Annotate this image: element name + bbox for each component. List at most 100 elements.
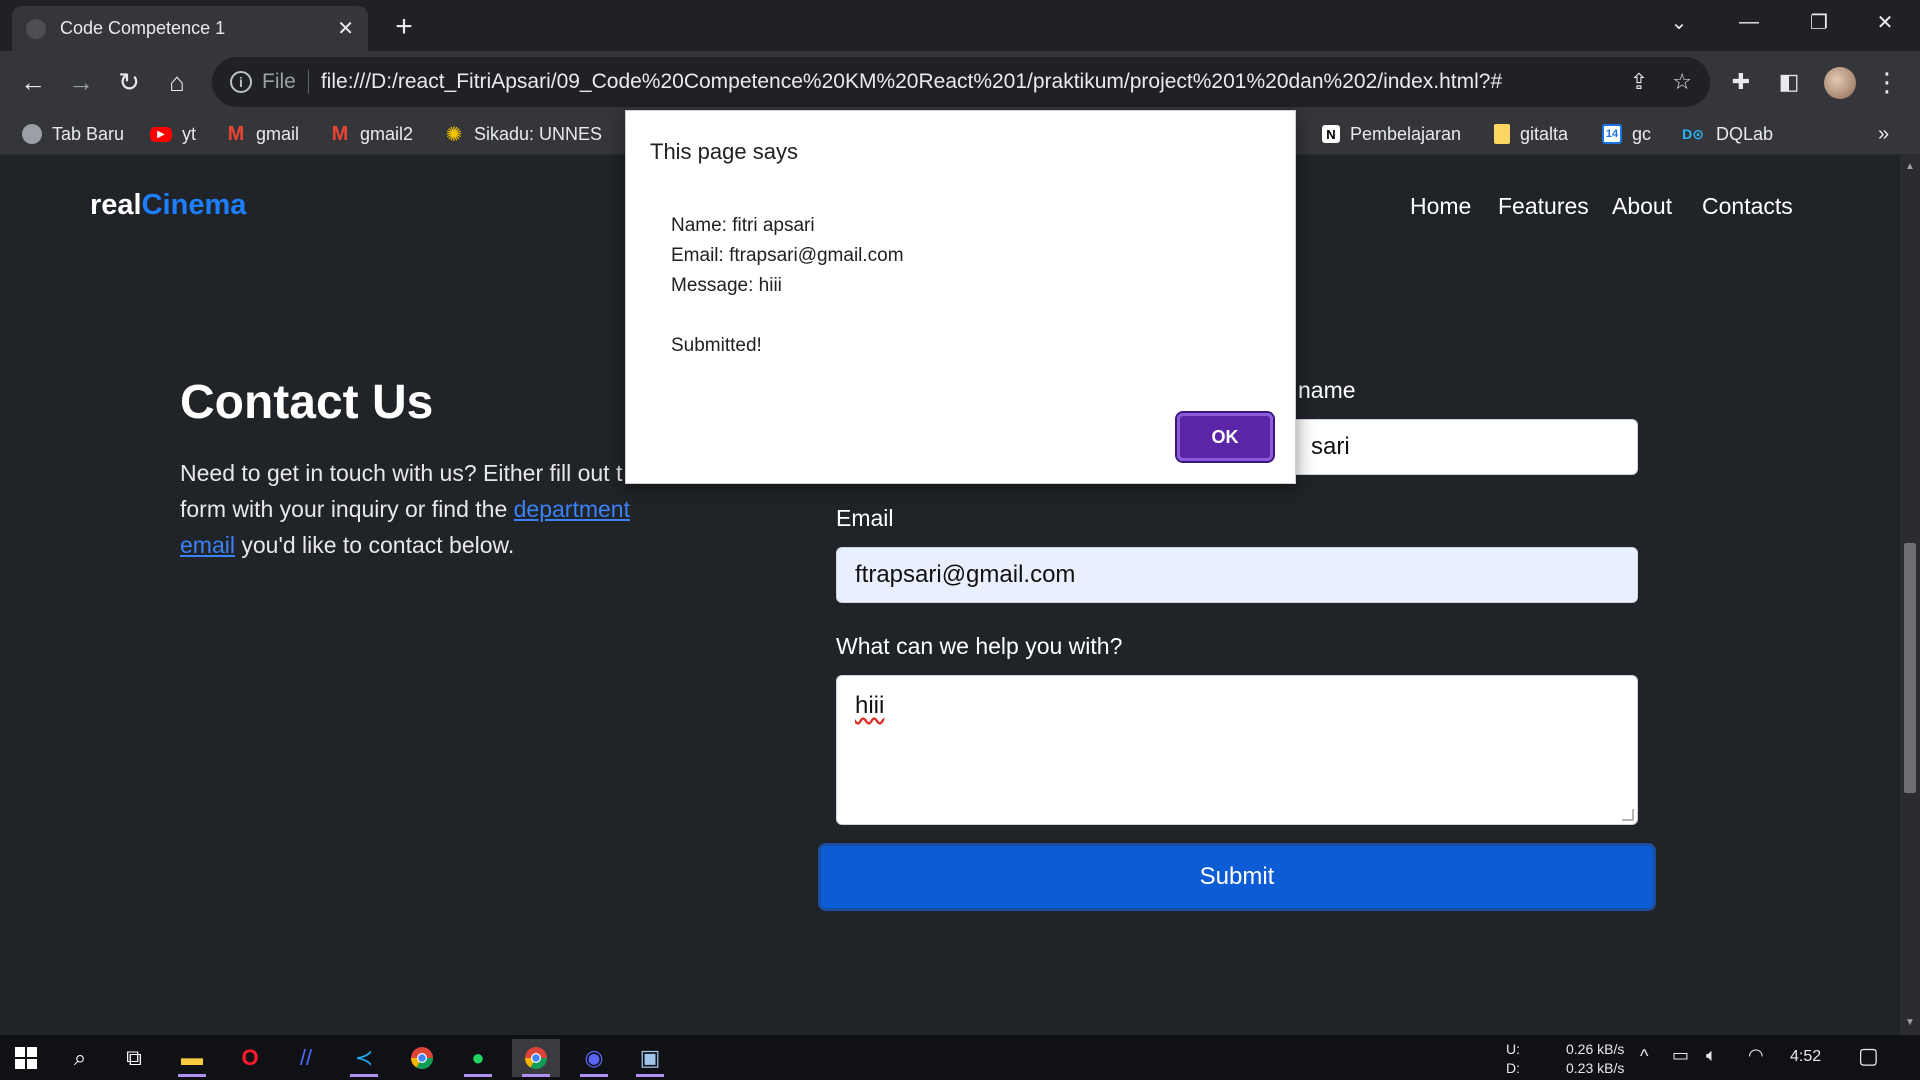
message-textarea[interactable]: hiii — [836, 675, 1638, 825]
chrome-active-icon[interactable] — [512, 1039, 560, 1077]
profile-avatar[interactable] — [1824, 67, 1856, 99]
contact-desc-line3: you'd like to contact below. — [234, 532, 515, 558]
bookmark-gitalta[interactable]: gitalta — [1494, 121, 1568, 147]
file-explorer-icon[interactable]: ▬ — [168, 1039, 216, 1077]
bookmark-label: gitalta — [1520, 123, 1569, 144]
scroll-up-icon[interactable]: ▲ — [1904, 161, 1916, 172]
bookmark-tab-baru[interactable]: Tab Baru — [22, 121, 124, 147]
email-label: Email — [836, 505, 894, 531]
more-bookmarks-chevron-icon[interactable]: » — [1878, 121, 1889, 147]
contact-title: Contact Us — [180, 376, 434, 429]
discord-icon[interactable]: ◉ — [570, 1039, 618, 1077]
dialog-line-status: Submitted! — [671, 335, 762, 356]
bookmark-label: yt — [182, 123, 197, 144]
clock[interactable]: 4:52 — [1790, 1048, 1821, 1066]
email-input[interactable]: ftrapsari@gmail.com — [836, 547, 1638, 603]
dialog-line-email: Email: ftrapsari@gmail.com — [671, 245, 904, 266]
reload-icon[interactable]: ↻ — [110, 63, 148, 101]
photos-app-icon[interactable]: ▣ — [626, 1039, 674, 1077]
page-scrollbar[interactable]: ▲ ▼ — [1900, 155, 1920, 1035]
new-tab-button[interactable]: + — [386, 10, 422, 46]
side-panel-icon[interactable]: ◧ — [1770, 63, 1808, 101]
nav-home[interactable]: Home — [1410, 193, 1471, 220]
bookmark-gmail[interactable]: M gmail — [226, 121, 299, 147]
extensions-icon[interactable]: ✚ — [1722, 63, 1760, 101]
bookmark-label: gmail — [256, 123, 300, 144]
bookmark-label: Pembelajaran — [1350, 123, 1462, 144]
close-tab-icon[interactable]: ✕ — [337, 16, 354, 41]
email-link[interactable]: email — [180, 532, 235, 558]
submit-button[interactable]: Submit — [818, 843, 1656, 911]
restore-button[interactable]: ❐ — [1784, 0, 1854, 44]
back-icon[interactable]: ← — [14, 63, 52, 101]
minimize-button[interactable]: — — [1714, 0, 1784, 44]
nav-contacts[interactable]: Contacts — [1702, 193, 1793, 220]
taskbar: ⌕ ⧉ ▬ O // ≺ ● ◉ ▣ U: D: 0.26 kB/s 0.23 … — [0, 1035, 1920, 1080]
bookmark-label: DQLab — [1716, 123, 1774, 144]
volume-icon[interactable]: 🔈︎ — [1706, 1045, 1717, 1066]
dialog-line-message: Message: hiii — [671, 275, 782, 296]
bookmark-yt[interactable]: ▶ yt — [150, 121, 196, 147]
unnes-icon: ✺ — [445, 123, 463, 146]
tab-search-icon[interactable]: ⌄ — [1644, 0, 1714, 44]
spotify-icon[interactable]: ● — [454, 1039, 502, 1077]
chrome-icon[interactable] — [398, 1039, 446, 1077]
wifi-icon[interactable]: ◠ — [1748, 1045, 1764, 1066]
upload-label: U: — [1506, 1041, 1520, 1057]
bookmark-gmail2[interactable]: M gmail2 — [330, 121, 413, 147]
address-bar[interactable]: i File file:///D:/react_FitriApsari/09_C… — [212, 57, 1710, 107]
vscode-icon[interactable]: ≺ — [340, 1039, 388, 1077]
nav-about[interactable]: About — [1612, 193, 1672, 220]
menu-kebab-icon[interactable]: ⋮ — [1868, 63, 1906, 101]
home-icon[interactable]: ⌂ — [158, 63, 196, 101]
opera-icon[interactable]: O — [226, 1039, 274, 1077]
bookmark-gc[interactable]: 14 gc — [1602, 121, 1651, 147]
notifications-icon[interactable]: ▢ — [1858, 1043, 1879, 1069]
upload-speed: 0.26 kB/s — [1566, 1041, 1625, 1057]
bookmark-sikadu[interactable]: ✺ Sikadu: UNNES — [444, 121, 602, 147]
folder-icon — [1494, 124, 1510, 144]
task-view-icon[interactable]: ⧉ — [110, 1039, 158, 1077]
brand-logo[interactable]: realCinema — [90, 189, 246, 222]
notes-app-icon[interactable]: // — [282, 1039, 330, 1077]
start-windows-icon[interactable] — [2, 1039, 50, 1077]
tray-chevron-icon[interactable]: ^ — [1640, 1046, 1648, 1067]
contact-description: Need to get in touch with us? Either fil… — [180, 455, 640, 563]
site-info-icon[interactable]: i — [230, 71, 252, 93]
browser-tab[interactable]: Code Competence 1 ✕ — [12, 6, 368, 51]
name-value: sari — [1311, 433, 1350, 460]
forward-icon[interactable]: → — [62, 63, 100, 101]
browser-titlebar: Code Competence 1 ✕ + ⌄ — ❐ ✕ — [0, 0, 1920, 51]
youtube-icon: ▶ — [150, 126, 172, 142]
battery-icon[interactable]: ▭ — [1672, 1045, 1689, 1066]
search-icon[interactable]: ⌕ — [56, 1039, 104, 1077]
globe-icon — [22, 124, 42, 144]
alert-dialog: This page says Name: fitri apsari Email:… — [625, 110, 1296, 484]
bookmark-dqlab[interactable]: D⊙ DQLab — [1680, 121, 1773, 147]
gmail-icon: M — [227, 122, 245, 145]
scroll-thumb[interactable] — [1904, 543, 1916, 793]
ok-button[interactable]: OK — [1175, 411, 1275, 463]
close-window-button[interactable]: ✕ — [1850, 0, 1920, 44]
dqlab-icon: D⊙ — [1682, 125, 1704, 142]
resize-grip-icon[interactable] — [1622, 809, 1634, 821]
message-label: What can we help you with? — [836, 633, 1123, 659]
nav-features[interactable]: Features — [1498, 193, 1589, 220]
message-value: hiii — [855, 692, 885, 719]
dialog-message: Name: fitri apsari Email: ftrapsari@gmai… — [671, 211, 904, 361]
bookmark-label: Sikadu: UNNES — [474, 123, 603, 144]
bookmark-star-icon[interactable]: ☆ — [1672, 69, 1692, 95]
dialog-line-name: Name: fitri apsari — [671, 215, 815, 236]
download-label: D: — [1506, 1060, 1520, 1076]
department-link[interactable]: department — [514, 496, 630, 522]
tab-favicon-icon — [26, 18, 46, 39]
browser-toolbar: ← → ↻ ⌂ i File file:///D:/react_FitriAps… — [0, 51, 1920, 113]
tab-title: Code Competence 1 — [60, 18, 226, 38]
gmail-icon: M — [331, 122, 349, 145]
url-text[interactable]: file:///D:/react_FitriApsari/09_Code%20C… — [321, 70, 1606, 94]
scroll-down-icon[interactable]: ▼ — [1904, 1017, 1916, 1028]
notion-icon: N — [1322, 125, 1340, 143]
name-label: name — [1298, 377, 1356, 403]
share-icon[interactable]: ⇪ — [1630, 69, 1648, 95]
bookmark-pembelajaran[interactable]: N Pembelajaran — [1322, 121, 1461, 147]
